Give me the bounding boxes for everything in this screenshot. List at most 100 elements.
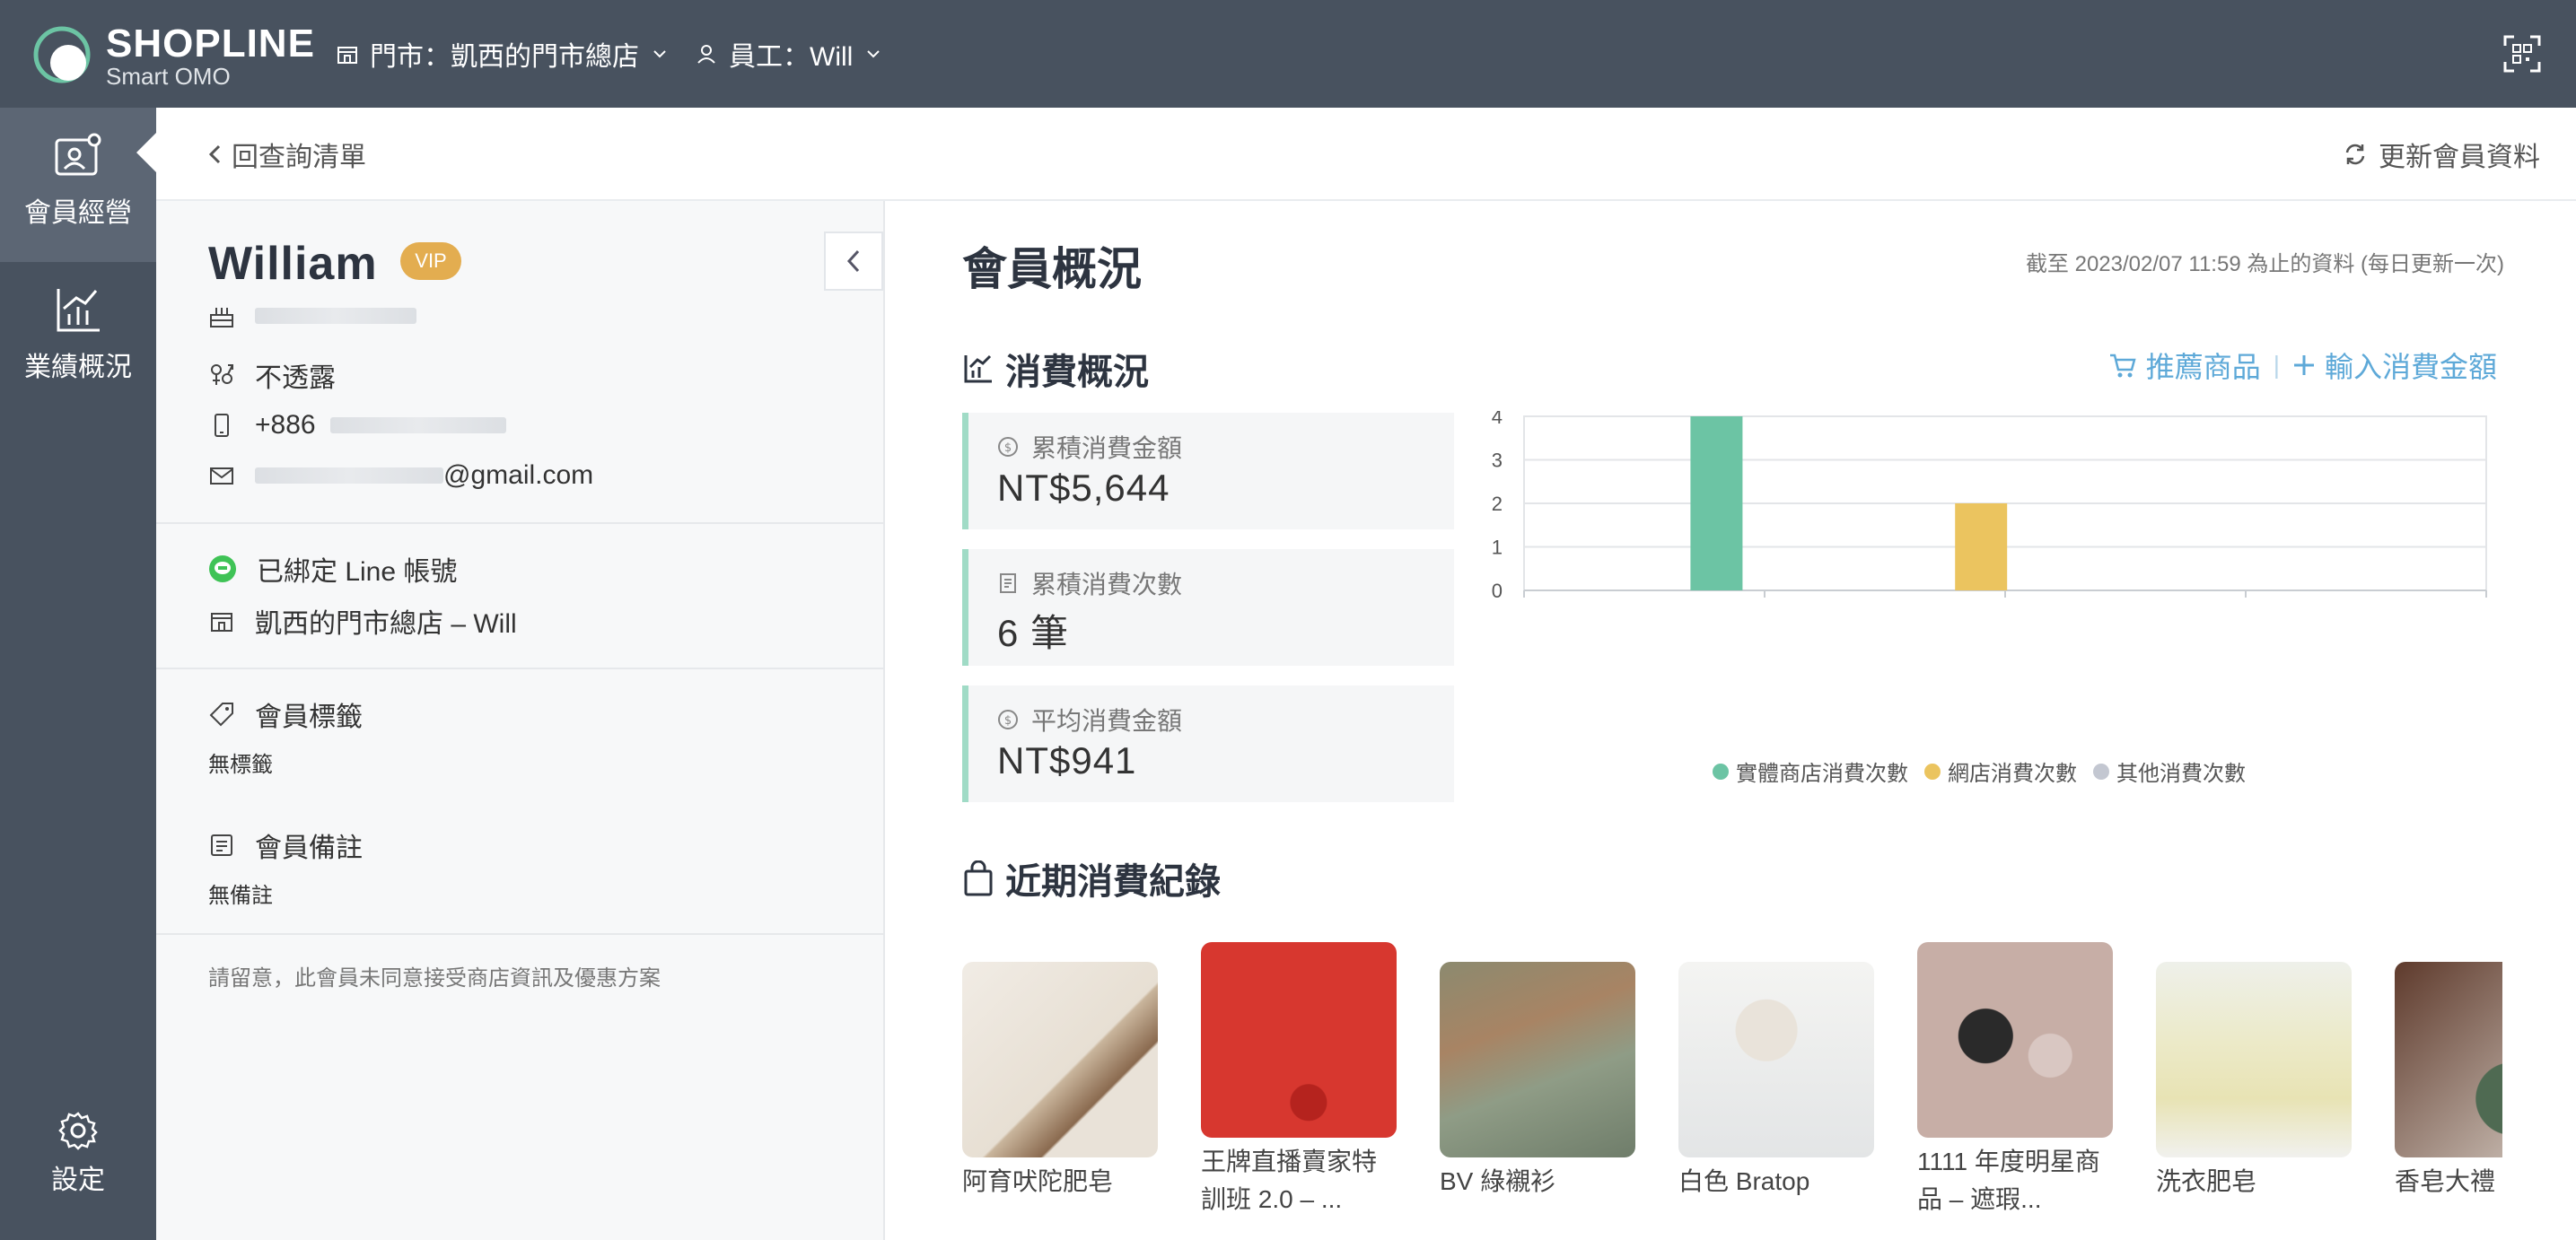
sidebar-item-settings[interactable]: 設定: [0, 1086, 156, 1240]
svg-text:$: $: [1004, 441, 1012, 455]
store-selector[interactable]: 門市：凱西的門市總店: [336, 32, 668, 75]
line-status-label: 已綁定 Line 帳號: [257, 557, 458, 587]
stat-label: 累積消費金額: [1031, 434, 1183, 462]
stat-label-row: $ 平均消費金額: [997, 702, 1182, 738]
gender-value: 不透露: [255, 363, 336, 393]
logo-text: SHOPLINE: [106, 22, 315, 65]
shopline-logo[interactable]: SHOPLINE Smart OMO: [32, 22, 314, 90]
y-tick-label: 0: [1492, 580, 1503, 602]
sidebar-item-members[interactable]: 會員經營: [0, 108, 156, 262]
y-tick-label: 2: [1492, 493, 1503, 515]
line-status-row: 已綁定 Line 帳號: [208, 549, 457, 589]
plus-icon: [2293, 355, 2314, 375]
chevron-left-icon: [208, 144, 221, 164]
birthday-row: [208, 296, 416, 336]
stat-label-row: 累積消費次數: [997, 565, 1182, 601]
chevron-left-icon: [846, 249, 860, 273]
stat-value: 6 筆: [997, 612, 1070, 654]
legend-label: 實體商店消費次數: [1736, 762, 1908, 786]
scan-qr-icon[interactable]: [2502, 34, 2542, 74]
legend-item[interactable]: 其他消費次數: [2093, 755, 2246, 787]
staff-selector-label: 員工：Will: [729, 42, 854, 72]
store-staff-value: 凱西的門市總店 – Will: [255, 609, 517, 639]
action-separator: |: [2273, 351, 2280, 379]
refresh-label: 更新會員資料: [2379, 143, 2540, 172]
store-icon: [211, 613, 232, 632]
bar-2: [1955, 503, 2008, 590]
stat-value: NT$5,644: [997, 467, 1170, 509]
phone-row: +886: [208, 406, 506, 445]
legend-item[interactable]: 網店消費次數: [1924, 755, 2077, 787]
email-suffix: @gmail.com: [443, 460, 594, 490]
data-updated-text: 截至 2023/02/07 11:59 為止的資料 (每日更新一次): [2025, 252, 2504, 276]
y-tick-label: 1: [1492, 537, 1503, 559]
recent-products-carousel[interactable]: 阿育吠陀肥皂 王牌直播賣家特訓班 2.0 – ... BV 綠襯衫 白色 Bra…: [962, 942, 2502, 1240]
sidebar-item-label: 業績概況: [24, 353, 132, 382]
y-tick-label: 4: [1492, 411, 1503, 428]
divider: [156, 668, 885, 669]
vip-badge: VIP: [400, 242, 461, 280]
page-toolbar: 回查詢清單 更新會員資料: [156, 108, 2576, 201]
collapse-panel-button[interactable]: [824, 231, 883, 291]
birthday-cake-icon: [210, 308, 233, 327]
legend-swatch: [1924, 763, 1941, 780]
gender-icon: [211, 364, 233, 385]
member-card-icon: [55, 133, 101, 176]
legend-swatch: [2093, 763, 2109, 780]
top-nav-bar: SHOPLINE Smart OMO 門市：凱西的門市總店 員工：Will: [0, 0, 2576, 108]
cart-icon: [2109, 354, 2136, 378]
divider: [156, 522, 885, 524]
back-link-label: 回查詢清單: [232, 143, 366, 172]
product-image-white-bratop: [1678, 962, 1874, 1157]
member-tags-title: 會員標籤: [208, 694, 363, 734]
consent-note: 請留意，此會員未同意接受商店資訊及優惠方案: [208, 966, 661, 991]
product-card[interactable]: 洗衣肥皂: [2156, 962, 2352, 1201]
recommend-label: 推薦商品: [2145, 351, 2261, 383]
spending-actions: 推薦商品 | 輸入消費金額: [2108, 345, 2497, 386]
back-to-list-link[interactable]: 回查詢清單: [206, 135, 366, 174]
member-tags-value: 無標籤: [208, 753, 273, 777]
stat-card-total-count: 累積消費次數 6 筆: [962, 549, 1454, 666]
sidebar: 會員經營 業績概況 設定: [0, 108, 156, 1240]
member-name: William: [208, 238, 378, 290]
sidebar-item-performance[interactable]: 業績概況: [0, 262, 156, 416]
recommend-products-button[interactable]: 推薦商品: [2108, 345, 2261, 386]
gender-row: 不透露: [208, 355, 336, 395]
birthday-redacted: [255, 308, 416, 324]
staff-selector[interactable]: 員工：Will: [695, 32, 881, 75]
coin-icon: $: [998, 437, 1018, 457]
email-redacted: [255, 467, 443, 484]
legend-label: 網店消費次數: [1948, 762, 2077, 786]
active-indicator: [136, 133, 156, 172]
refresh-member-button[interactable]: 更新會員資料: [2343, 135, 2540, 174]
legend-swatch: [1713, 763, 1729, 780]
page-title: 會員概況: [962, 244, 1142, 294]
store-selector-label: 門市：凱西的門市總店: [370, 42, 639, 72]
stat-label: 累積消費次數: [1031, 571, 1183, 598]
legend-label: 其他消費次數: [2116, 762, 2246, 786]
logo-mark-icon: [33, 26, 91, 83]
product-card[interactable]: 阿育吠陀肥皂: [962, 962, 1158, 1201]
chart-legend: 實體商店消費次數 網店消費次數 其他消費次數: [1713, 755, 2520, 787]
legend-item[interactable]: 實體商店消費次數: [1713, 755, 1908, 787]
member-notes-title: 會員備註: [208, 825, 363, 865]
refresh-icon: [2345, 144, 2365, 165]
spending-bar-chart: 0 1 2 3 4: [1492, 411, 2487, 602]
store-icon: [337, 47, 357, 64]
member-overview-main: 會員概況 截至 2023/02/07 11:59 為止的資料 (每日更新一次) …: [887, 201, 2576, 1240]
product-card[interactable]: BV 綠襯衫: [1440, 962, 1635, 1201]
input-spending-button[interactable]: 輸入消費金額: [2292, 345, 2497, 386]
product-name: 王牌直播賣家特訓班 2.0 – ...: [1201, 1148, 1378, 1213]
member-profile-panel: William VIP 不透露 +886 @gmail.com 已綁定 Line…: [156, 201, 885, 1240]
spending-title-label: 消費概況: [1005, 353, 1149, 392]
product-card[interactable]: 王牌直播賣家特訓班 2.0 – ...: [1201, 942, 1397, 1218]
chart-icon: [964, 354, 992, 383]
stat-card-average-amount: $ 平均消費金額 NT$941: [962, 685, 1454, 802]
product-card[interactable]: 1111 年度明星商品 – 遮瑕...: [1917, 942, 2113, 1218]
product-name: 香皂大禮: [2395, 1167, 2496, 1195]
product-card[interactable]: 白色 Bratop: [1678, 962, 1874, 1201]
product-name: 白色 Bratop: [1678, 1167, 1810, 1195]
product-card[interactable]: 香皂大禮: [2395, 962, 2502, 1201]
member-tags-label: 會員標籤: [255, 703, 363, 732]
shopping-bag-icon: [964, 860, 993, 896]
